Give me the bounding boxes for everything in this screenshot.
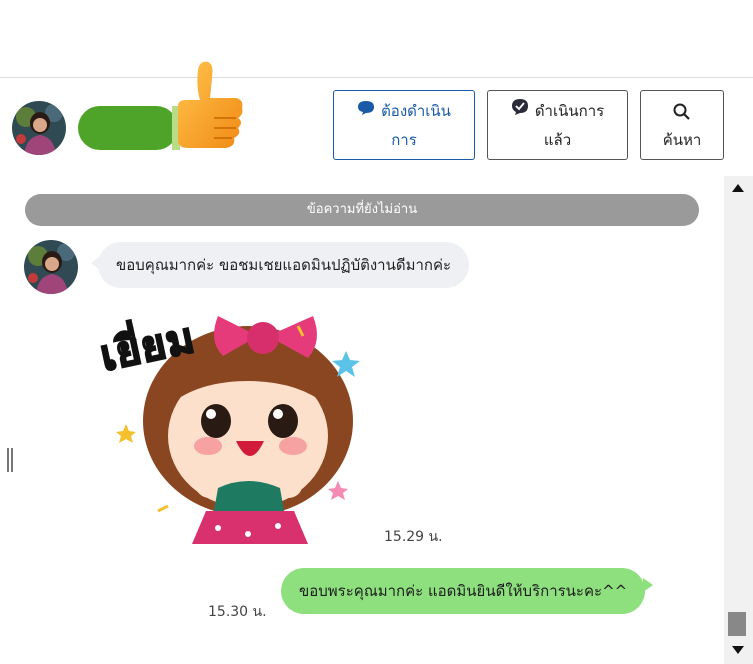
tab-pending[interactable]: ต้องดำเนิน การ [333, 90, 475, 160]
message-time: 15.30 น. [208, 604, 267, 620]
sender-avatar [24, 240, 78, 294]
scroll-down-arrow-icon[interactable] [732, 646, 744, 654]
sticker-image: เยี่ยม [95, 296, 368, 544]
scrollbar[interactable] [724, 176, 753, 664]
tab-done[interactable]: ดำเนินการ แล้ว [487, 90, 628, 160]
resize-handle[interactable] [6, 448, 14, 472]
check-circle-icon [511, 97, 529, 126]
scrollbar-thumb[interactable] [728, 612, 746, 636]
search-icon [641, 97, 723, 126]
message-time: 15.29 น. [384, 529, 443, 545]
scroll-up-arrow-icon[interactable] [732, 184, 744, 192]
chat-bubble-icon [357, 97, 375, 126]
chat-messages[interactable]: ข้อความที่ยังไม่อ่าน ขอบคุณมากค่ะ ขอชมเช… [0, 176, 724, 664]
outgoing-message: ขอบพระคุณมากค่ะ แอดมินยินดีให้บริการนะคะ… [281, 568, 654, 614]
chat-header: ต้องดำเนิน การ ดำเนินการ แล้ว ค้นหา [0, 61, 753, 177]
incoming-message: ขอบคุณมากค่ะ ขอชมเชยแอดมินปฏิบัติงานดีมา… [90, 242, 470, 288]
thumbs-up-icon [170, 56, 246, 156]
contact-avatar[interactable] [12, 101, 66, 155]
unread-divider: ข้อความที่ยังไม่อ่าน [25, 194, 699, 226]
search-button[interactable]: ค้นหา [640, 90, 724, 160]
contact-name-hidden [78, 106, 180, 150]
